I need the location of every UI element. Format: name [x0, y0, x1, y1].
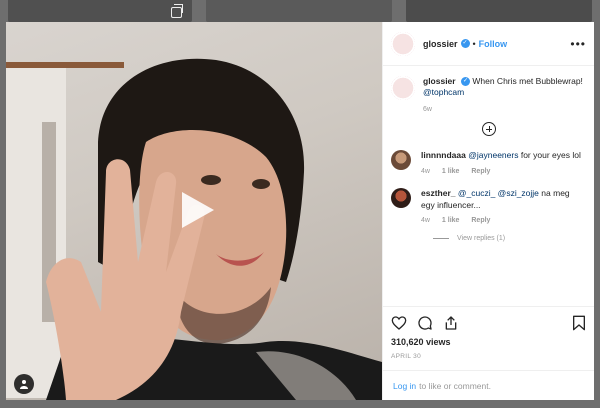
comment-username[interactable]: eszther_ [421, 188, 456, 198]
header-username[interactable]: glossier [423, 39, 458, 49]
reply-button[interactable]: Reply [471, 217, 490, 224]
comment-mention-link[interactable]: @jayneeners [468, 150, 518, 160]
comment-icon[interactable] [417, 315, 433, 331]
avatar[interactable] [391, 31, 415, 56]
plus-circle-icon[interactable] [481, 122, 496, 137]
comment-likes[interactable]: 1 like [442, 168, 460, 175]
comment-username[interactable]: linnnndaaa [421, 150, 466, 160]
post-header: glossier ✓ • Follow ••• [383, 22, 594, 66]
gallery-icon [171, 4, 183, 18]
login-link[interactable]: Log in [393, 381, 416, 391]
comment-mention-link[interactable]: @_cuczi_ @szi_zojje [458, 188, 539, 198]
play-icon [182, 192, 214, 228]
comment-age: 4w [421, 167, 430, 175]
reply-button[interactable]: Reply [471, 168, 490, 175]
view-replies-button[interactable]: View replies (1) [433, 234, 586, 243]
post-side-panel: glossier ✓ • Follow ••• glossier ✓ When … [382, 22, 594, 400]
comment-text: for your eyes lol [520, 150, 581, 161]
comment-item: eszther_ @_cuczi_ @szi_zojje na meg egy … [391, 188, 586, 225]
login-bar: Log in to like or comment. [383, 370, 594, 400]
caption-username[interactable]: glossier [423, 76, 456, 86]
avatar[interactable] [391, 76, 415, 100]
comment-age: 4w [421, 217, 430, 225]
login-prompt-text: to like or comment. [419, 380, 491, 391]
background-post-tile[interactable] [406, 0, 592, 22]
comments-list[interactable]: glossier ✓ When Chris met Bubblewrap! @t… [383, 66, 594, 306]
caption: glossier ✓ When Chris met Bubblewrap! @t… [391, 76, 586, 114]
more-options-icon[interactable]: ••• [570, 37, 586, 51]
post-date[interactable]: APRIL 30 [391, 353, 586, 360]
share-icon[interactable] [443, 315, 459, 331]
caption-age: 6w [423, 105, 432, 113]
caption-mention-link[interactable]: @tophcam [423, 87, 464, 97]
caption-text: When Chris met Bubblewrap! [472, 76, 583, 86]
post-modal: glossier ✓ • Follow ••• glossier ✓ When … [6, 22, 594, 400]
verified-icon: ✓ [460, 77, 470, 87]
comment-item: linnnndaaa @jayneeners for your eyes lol… [391, 150, 586, 176]
user-tag-icon[interactable] [14, 374, 34, 394]
avatar[interactable] [391, 188, 411, 209]
background-post-tile[interactable] [8, 0, 192, 22]
avatar[interactable] [391, 150, 411, 171]
background-post-tile[interactable] [206, 0, 392, 22]
heart-icon[interactable] [391, 315, 407, 331]
comment-likes[interactable]: 1 like [442, 217, 460, 224]
post-actions: 310,620 views APRIL 30 [383, 306, 594, 370]
play-button[interactable] [174, 188, 218, 232]
bookmark-icon[interactable] [572, 315, 586, 331]
view-count[interactable]: 310,620 views [391, 337, 586, 347]
verified-icon: ✓ [460, 39, 470, 48]
post-video[interactable] [6, 22, 382, 400]
load-more-comments [391, 122, 586, 137]
follow-button[interactable]: Follow [479, 39, 508, 49]
separator-dot: • [472, 38, 476, 49]
